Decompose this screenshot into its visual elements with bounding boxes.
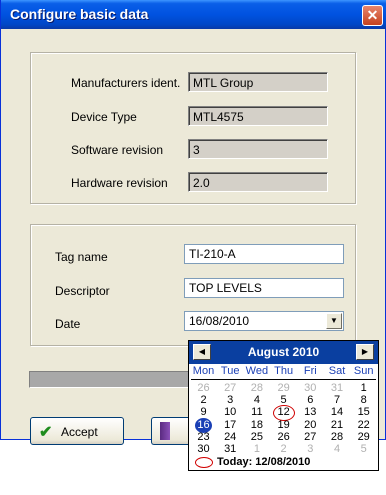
calendar-day-outside[interactable]: 29 xyxy=(270,382,297,395)
calendar-day[interactable]: 22 xyxy=(350,419,377,432)
arrow-left-icon[interactable]: ◀ xyxy=(193,344,211,360)
calendar-header: ◀ August 2010 ▶ xyxy=(189,341,378,364)
accept-button[interactable]: ✔ Accept xyxy=(30,417,124,445)
calendar-day[interactable]: 15 xyxy=(350,406,377,419)
device-type-field: MTL4575 xyxy=(188,106,328,126)
calendar-day-outside[interactable]: 30 xyxy=(297,382,324,395)
software-revision-field: 3 xyxy=(188,139,328,159)
today-label: Today: 12/08/2010 xyxy=(217,456,311,468)
calendar-day[interactable]: 29 xyxy=(350,431,377,444)
today-marker-icon xyxy=(195,457,213,468)
calendar-day[interactable]: 11 xyxy=(243,406,270,419)
today-footer[interactable]: Today: 12/08/2010 xyxy=(189,455,378,470)
weekday-fri: Fri xyxy=(303,365,317,377)
calendar-day-outside[interactable]: 2 xyxy=(270,443,297,456)
weekday-thu: Thu xyxy=(274,365,294,377)
calendar-day-outside[interactable]: 5 xyxy=(350,443,377,456)
calendar-day[interactable]: 8 xyxy=(350,394,377,407)
calendar-day[interactable]: 7 xyxy=(324,394,351,407)
manufacturer-field: MTL Group xyxy=(188,72,328,92)
progress-bar xyxy=(29,371,191,388)
calendar-day[interactable]: 1 xyxy=(350,382,377,395)
accept-label: Accept xyxy=(61,425,98,439)
arrow-right-icon[interactable]: ▶ xyxy=(356,344,374,360)
calendar-day[interactable]: 20 xyxy=(297,419,324,432)
calendar-day-outside[interactable]: 3 xyxy=(297,443,324,456)
calendar-day[interactable]: 19 xyxy=(270,419,297,432)
calendar-day[interactable]: 14 xyxy=(324,406,351,419)
device-icon xyxy=(160,422,170,440)
calendar-day[interactable]: 9 xyxy=(190,406,217,419)
calendar-day[interactable]: 26 xyxy=(270,431,297,444)
weekday-sun: Sun xyxy=(353,365,374,377)
device-button[interactable] xyxy=(151,417,191,445)
hardware-revision-field: 2.0 xyxy=(188,172,328,192)
calendar-day[interactable]: 25 xyxy=(243,431,270,444)
calendar-day[interactable]: 4 xyxy=(243,394,270,407)
calendar-day[interactable]: 12 xyxy=(270,405,297,422)
calendar-day[interactable]: 21 xyxy=(324,419,351,432)
date-picker-popup: ◀ August 2010 ▶ Mon Tue Wed Thu Fri Sat Sun 26… xyxy=(188,340,379,471)
weekday-wed: Wed xyxy=(245,365,269,377)
calendar-day-outside[interactable]: 28 xyxy=(243,382,270,395)
weekday-divider xyxy=(191,379,376,380)
weekday-mon: Mon xyxy=(192,365,215,377)
chevron-down-icon[interactable]: ▼ xyxy=(326,313,342,329)
calendar-day-outside[interactable]: 31 xyxy=(324,382,351,395)
descriptor-label: Descriptor xyxy=(55,284,110,298)
calendar-day[interactable]: 16 xyxy=(190,417,217,433)
checkmark-icon: ✔ xyxy=(39,424,53,441)
calendar-day[interactable]: 23 xyxy=(190,431,217,444)
close-icon[interactable]: ✕ xyxy=(362,5,383,26)
calendar-day[interactable]: 27 xyxy=(297,431,324,444)
calendar-day-outside[interactable]: 4 xyxy=(324,443,351,456)
date-label: Date xyxy=(55,317,81,331)
calendar-day[interactable]: 17 xyxy=(217,419,244,432)
calendar-day-outside[interactable]: 26 xyxy=(190,382,217,395)
weekday-tue: Tue xyxy=(220,365,240,377)
hardware-revision-label: Hardware revision xyxy=(71,176,168,190)
calendar-day[interactable]: 30 xyxy=(190,443,217,456)
title-bar[interactable]: Configure basic data ✕ xyxy=(1,0,386,29)
window-title: Configure basic data xyxy=(10,6,149,22)
date-value: 16/08/2010 xyxy=(189,314,250,328)
descriptor-input[interactable]: TOP LEVELS xyxy=(184,278,344,298)
calendar-month-label: August 2010 xyxy=(247,345,320,359)
device-type-label: Device Type xyxy=(71,110,137,124)
calendar-day[interactable]: 18 xyxy=(243,419,270,432)
tag-name-input[interactable]: TI-210-A xyxy=(184,244,344,264)
calendar-day[interactable]: 13 xyxy=(297,406,324,419)
calendar-day[interactable]: 10 xyxy=(217,406,244,419)
software-revision-label: Software revision xyxy=(71,143,164,157)
tag-name-label: Tag name xyxy=(55,250,108,264)
calendar-day[interactable]: 31 xyxy=(217,443,244,456)
calendar-day[interactable]: 3 xyxy=(217,394,244,407)
manufacturer-label: Manufacturers ident. xyxy=(71,76,181,90)
weekday-sat: Sat xyxy=(328,365,346,377)
calendar-day[interactable]: 24 xyxy=(217,431,244,444)
calendar-day[interactable]: 6 xyxy=(297,394,324,407)
calendar-day[interactable]: 2 xyxy=(190,394,217,407)
calendar-day[interactable]: 28 xyxy=(324,431,351,444)
calendar-day-outside[interactable]: 27 xyxy=(217,382,244,395)
date-combo[interactable]: 16/08/2010 ▼ xyxy=(184,311,344,331)
calendar-day-outside[interactable]: 1 xyxy=(243,443,270,456)
